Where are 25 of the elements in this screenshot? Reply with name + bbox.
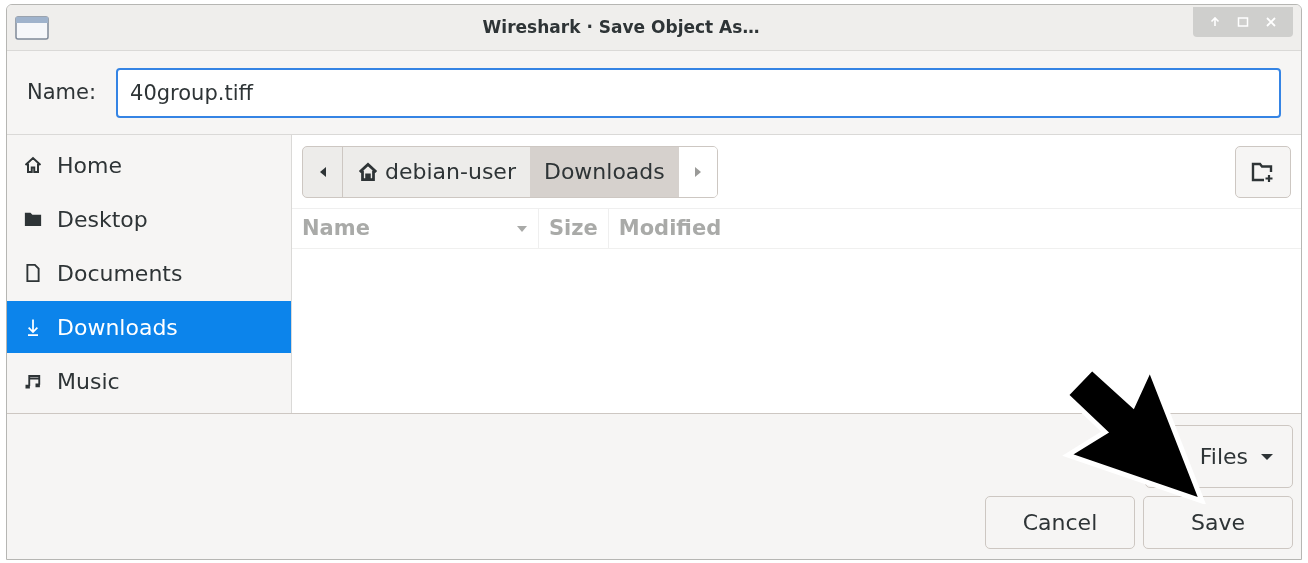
maximize-up-icon[interactable] — [1209, 15, 1221, 28]
dialog-button[interactable]: Save — [1143, 496, 1293, 549]
sidebar-item[interactable]: Documents — [7, 247, 291, 299]
new-folder-button[interactable] — [1235, 145, 1291, 198]
dropdown-caret-icon — [1260, 452, 1274, 461]
home-icon — [357, 160, 379, 183]
home-icon — [23, 155, 43, 175]
sidebar-item[interactable]: Downloads — [7, 301, 291, 353]
window-title: Wireshark · Save Object As… — [482, 15, 760, 39]
sidebar-item[interactable]: Desktop — [7, 193, 291, 245]
document-icon — [23, 263, 43, 283]
close-icon[interactable] — [1265, 15, 1277, 28]
left-triangle-icon — [318, 165, 327, 178]
restore-icon[interactable] — [1237, 15, 1249, 28]
scroll-right-button[interactable] — [678, 146, 717, 197]
window-icon — [15, 15, 49, 40]
name-input[interactable]: 40group.tiff — [116, 67, 1281, 118]
dialog-button[interactable]: Cancel — [985, 496, 1135, 549]
folder-plus-icon — [1250, 160, 1276, 183]
sidebar-item[interactable]: Home — [7, 139, 291, 191]
path-segment-button[interactable]: Downloads — [529, 146, 679, 197]
path-segment-button[interactable]: debian-user — [343, 146, 530, 197]
sidebar-item[interactable]: Music — [7, 355, 291, 407]
name-label: Name: — [27, 78, 97, 106]
right-triangle-icon — [693, 165, 702, 178]
